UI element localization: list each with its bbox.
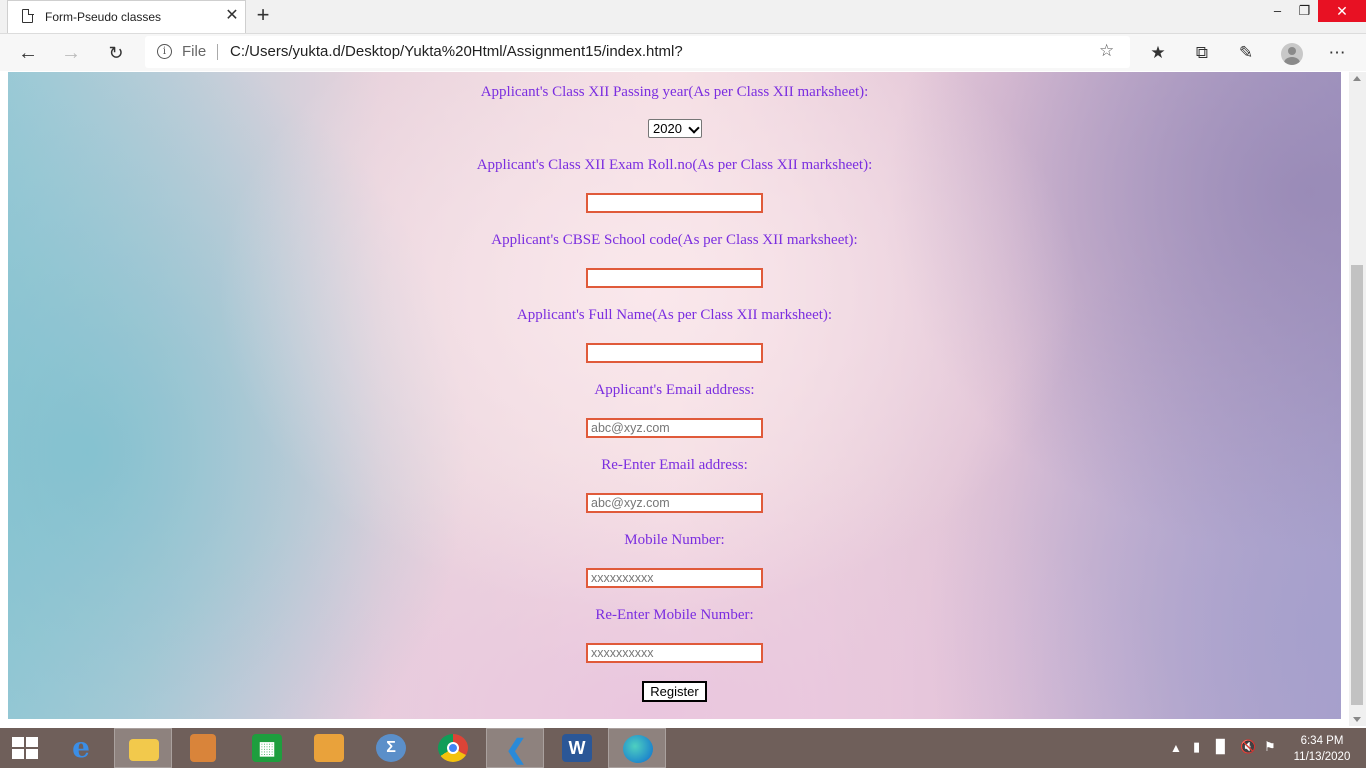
scroll-thumb[interactable] [1351,265,1363,705]
collections-icon[interactable]: ⧉ [1190,41,1214,65]
remobile-label: Re-Enter Mobile Number: [595,607,754,623]
math-icon[interactable]: Σ [362,728,420,768]
page-icon [22,8,34,23]
maximize-button[interactable]: ❐ [1291,0,1318,22]
minimize-button[interactable]: – [1264,0,1291,22]
email-input[interactable] [586,418,763,438]
reload-icon[interactable]: ↻ [103,40,129,66]
registration-form: Applicant's Class XII Passing year(As pe… [8,72,1341,719]
mobile-label: Mobile Number: [624,532,725,548]
tab-title: Form-Pseudo classes [45,10,162,24]
tab-close-icon[interactable]: ✕ [222,6,242,26]
passing-year-label: Applicant's Class XII Passing year(As pe… [480,84,869,100]
start-button[interactable] [0,728,58,768]
chrome-icon[interactable] [424,728,482,768]
clock-date: 11/13/2020 [1293,751,1351,763]
media-icon[interactable] [176,728,234,768]
full-name-label: Applicant's Full Name(As per Class XII m… [516,307,833,323]
taskbar: e ▦ Σ ❮ W ▲ ▮ ▉ 🔇 ⚑ 6:34 PM 11/13/2020 [0,728,1366,768]
volume-icon[interactable]: 🔇 [1240,739,1256,779]
clock[interactable]: 6:34 PM 11/13/2020 [1284,733,1360,765]
page-scrollbar[interactable] [1349,72,1366,726]
reemail-input[interactable] [586,493,763,513]
page-viewport: Applicant's Class XII Passing year(As pe… [8,72,1341,719]
reemail-label: Re-Enter Email address: [601,457,748,473]
edge-icon[interactable] [608,728,666,768]
scroll-up-icon[interactable] [1353,76,1361,81]
school-code-input[interactable] [586,268,763,288]
clock-time: 6:34 PM [1300,735,1344,747]
email-label: Applicant's Email address: [594,382,755,398]
word-icon[interactable]: W [548,728,606,768]
remobile-input[interactable] [586,643,763,663]
passing-year-value: 2020 [653,121,682,136]
passing-year-select[interactable]: 2020 [648,119,702,138]
scroll-down-icon[interactable] [1353,717,1361,722]
address-url[interactable]: C:/Users/yukta.d/Desktop/Yukta%20Html/As… [230,43,683,60]
tab-strip: Form-Pseudo classes ✕ + – ❐ ✕ [0,0,1366,34]
store-icon[interactable]: ▦ [238,728,296,768]
back-icon[interactable]: ← [15,40,41,66]
show-hidden-icons-icon[interactable]: ▲ [1170,741,1182,781]
address-bar[interactable]: i File C:/Users/yukta.d/Desktop/Yukta%20… [145,36,1130,68]
close-window-button[interactable]: ✕ [1318,0,1366,22]
forward-icon[interactable]: → [58,40,84,66]
info-icon[interactable]: i [157,44,172,59]
full-name-input[interactable] [586,343,763,363]
roll-label: Applicant's Class XII Exam Roll.no(As pe… [476,157,873,173]
control-panel-icon[interactable] [300,728,358,768]
profile-icon[interactable] [1281,43,1303,65]
file-explorer-icon[interactable] [114,728,172,768]
address-scheme: File [182,43,207,60]
mobile-input[interactable] [586,568,763,588]
share-icon[interactable]: ✎ [1234,41,1258,65]
favorites-icon[interactable]: ★ [1146,41,1170,65]
more-icon[interactable]: ⋯ [1325,41,1349,65]
register-button[interactable]: Register [642,681,707,702]
favorite-star-icon[interactable]: ☆ [1099,41,1114,61]
school-code-label: Applicant's CBSE School code(As per Clas… [491,232,858,248]
action-center-flag-icon[interactable]: ⚑ [1264,739,1276,779]
network-icon[interactable]: ▉ [1216,739,1226,779]
new-tab-button[interactable]: + [252,4,274,26]
vscode-icon[interactable]: ❮ [486,728,544,768]
windows-logo-icon [12,737,38,759]
internet-explorer-icon[interactable]: e [52,728,110,768]
chevron-down-icon [688,122,700,134]
device-icon[interactable]: ▮ [1193,739,1200,779]
browser-toolbar: ← → ↻ i File C:/Users/yukta.d/Desktop/Yu… [0,34,1366,71]
address-separator [217,44,218,60]
roll-input[interactable] [586,193,763,213]
browser-tab[interactable]: Form-Pseudo classes ✕ [7,0,246,33]
